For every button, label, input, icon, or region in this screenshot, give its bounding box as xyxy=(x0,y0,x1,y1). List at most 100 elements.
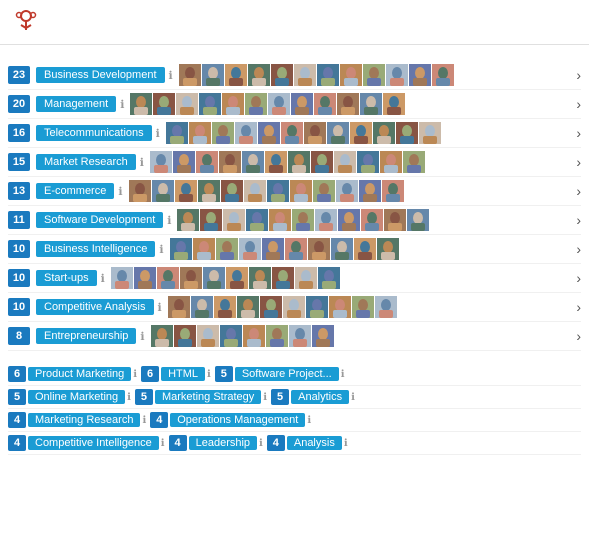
avatar[interactable] xyxy=(219,151,241,173)
also-info-icon[interactable]: ℹ xyxy=(161,438,165,449)
avatar[interactable] xyxy=(294,64,316,86)
avatar[interactable] xyxy=(237,296,259,318)
info-icon[interactable]: ℹ xyxy=(159,243,163,256)
avatar[interactable] xyxy=(336,180,358,202)
info-icon[interactable]: ℹ xyxy=(156,127,160,140)
avatar[interactable] xyxy=(198,180,220,202)
avatar[interactable] xyxy=(318,267,340,289)
avatar[interactable] xyxy=(373,122,395,144)
avatar[interactable] xyxy=(311,151,333,173)
skill-name[interactable]: Business Intelligence xyxy=(36,241,155,257)
avatar[interactable] xyxy=(180,267,202,289)
avatar[interactable] xyxy=(151,325,173,347)
avatar[interactable] xyxy=(235,122,257,144)
avatar[interactable] xyxy=(352,296,374,318)
expand-chevron[interactable]: › xyxy=(576,67,581,83)
avatar[interactable] xyxy=(283,296,305,318)
skill-name[interactable]: Competitive Analysis xyxy=(36,299,154,315)
skill-name[interactable]: Start-ups xyxy=(36,270,97,286)
avatar[interactable] xyxy=(338,209,360,231)
also-skill-name[interactable]: Leadership xyxy=(189,436,257,450)
avatar[interactable] xyxy=(266,325,288,347)
avatar[interactable] xyxy=(246,209,268,231)
avatar[interactable] xyxy=(306,296,328,318)
avatar[interactable] xyxy=(265,151,287,173)
avatar[interactable] xyxy=(383,93,405,115)
avatar[interactable] xyxy=(200,209,222,231)
also-info-icon[interactable]: ℹ xyxy=(127,392,131,403)
avatar[interactable] xyxy=(150,151,172,173)
avatar[interactable] xyxy=(375,296,397,318)
avatar[interactable] xyxy=(175,180,197,202)
also-info-icon[interactable]: ℹ xyxy=(142,415,146,426)
also-skill-name[interactable]: Online Marketing xyxy=(28,390,125,404)
also-info-icon[interactable]: ℹ xyxy=(351,392,355,403)
also-skill-name[interactable]: Analysis xyxy=(287,436,342,450)
avatar[interactable] xyxy=(223,209,245,231)
avatar[interactable] xyxy=(197,325,219,347)
avatar[interactable] xyxy=(386,64,408,86)
avatar[interactable] xyxy=(239,238,261,260)
avatar[interactable] xyxy=(304,122,326,144)
avatar[interactable] xyxy=(354,238,376,260)
avatar[interactable] xyxy=(360,93,382,115)
also-skill-name[interactable]: Marketing Strategy xyxy=(155,390,261,404)
avatar[interactable] xyxy=(271,64,293,86)
skill-name[interactable]: Business Development xyxy=(36,67,165,83)
avatar[interactable] xyxy=(363,64,385,86)
also-info-icon[interactable]: ℹ xyxy=(259,438,263,449)
avatar[interactable] xyxy=(173,151,195,173)
info-icon[interactable]: ℹ xyxy=(118,185,122,198)
avatar[interactable] xyxy=(308,238,330,260)
avatar[interactable] xyxy=(202,64,224,86)
avatar[interactable] xyxy=(334,151,356,173)
skill-name[interactable]: E-commerce xyxy=(36,183,114,199)
info-icon[interactable]: ℹ xyxy=(158,301,162,314)
avatar[interactable] xyxy=(260,296,282,318)
info-icon[interactable]: ℹ xyxy=(140,156,144,169)
avatar[interactable] xyxy=(288,151,310,173)
avatar[interactable] xyxy=(292,209,314,231)
avatar[interactable] xyxy=(350,122,372,144)
avatar[interactable] xyxy=(189,122,211,144)
avatar[interactable] xyxy=(377,238,399,260)
avatar[interactable] xyxy=(226,267,248,289)
avatar[interactable] xyxy=(168,296,190,318)
also-skill-name[interactable]: Competitive Intelligence xyxy=(28,436,159,450)
avatar[interactable] xyxy=(216,238,238,260)
also-skill-name[interactable]: Analytics xyxy=(291,390,349,404)
avatar[interactable] xyxy=(382,180,404,202)
avatar[interactable] xyxy=(291,93,313,115)
avatar[interactable] xyxy=(220,325,242,347)
expand-chevron[interactable]: › xyxy=(576,154,581,170)
avatar[interactable] xyxy=(317,64,339,86)
avatar[interactable] xyxy=(403,151,425,173)
avatar[interactable] xyxy=(177,209,199,231)
avatar[interactable] xyxy=(157,267,179,289)
avatar[interactable] xyxy=(225,64,247,86)
avatar[interactable] xyxy=(327,122,349,144)
avatar[interactable] xyxy=(212,122,234,144)
avatar[interactable] xyxy=(176,93,198,115)
avatar[interactable] xyxy=(153,93,175,115)
avatar[interactable] xyxy=(380,151,402,173)
also-info-icon[interactable]: ℹ xyxy=(344,438,348,449)
avatar[interactable] xyxy=(262,238,284,260)
also-skill-name[interactable]: Software Project... xyxy=(235,367,339,381)
avatar[interactable] xyxy=(242,151,264,173)
expand-chevron[interactable]: › xyxy=(576,328,581,344)
avatar[interactable] xyxy=(419,122,441,144)
skill-name[interactable]: Software Development xyxy=(36,212,163,228)
info-icon[interactable]: ℹ xyxy=(140,330,144,343)
also-info-icon[interactable]: ℹ xyxy=(341,369,345,380)
avatar[interactable] xyxy=(340,64,362,86)
avatar[interactable] xyxy=(111,267,133,289)
avatar[interactable] xyxy=(191,296,213,318)
avatar[interactable] xyxy=(295,267,317,289)
skill-name[interactable]: Telecommunications xyxy=(36,125,152,141)
also-info-icon[interactable]: ℹ xyxy=(307,415,311,426)
avatar[interactable] xyxy=(359,180,381,202)
avatar[interactable] xyxy=(396,122,418,144)
info-icon[interactable]: ℹ xyxy=(120,98,124,111)
info-icon[interactable]: ℹ xyxy=(167,214,171,227)
